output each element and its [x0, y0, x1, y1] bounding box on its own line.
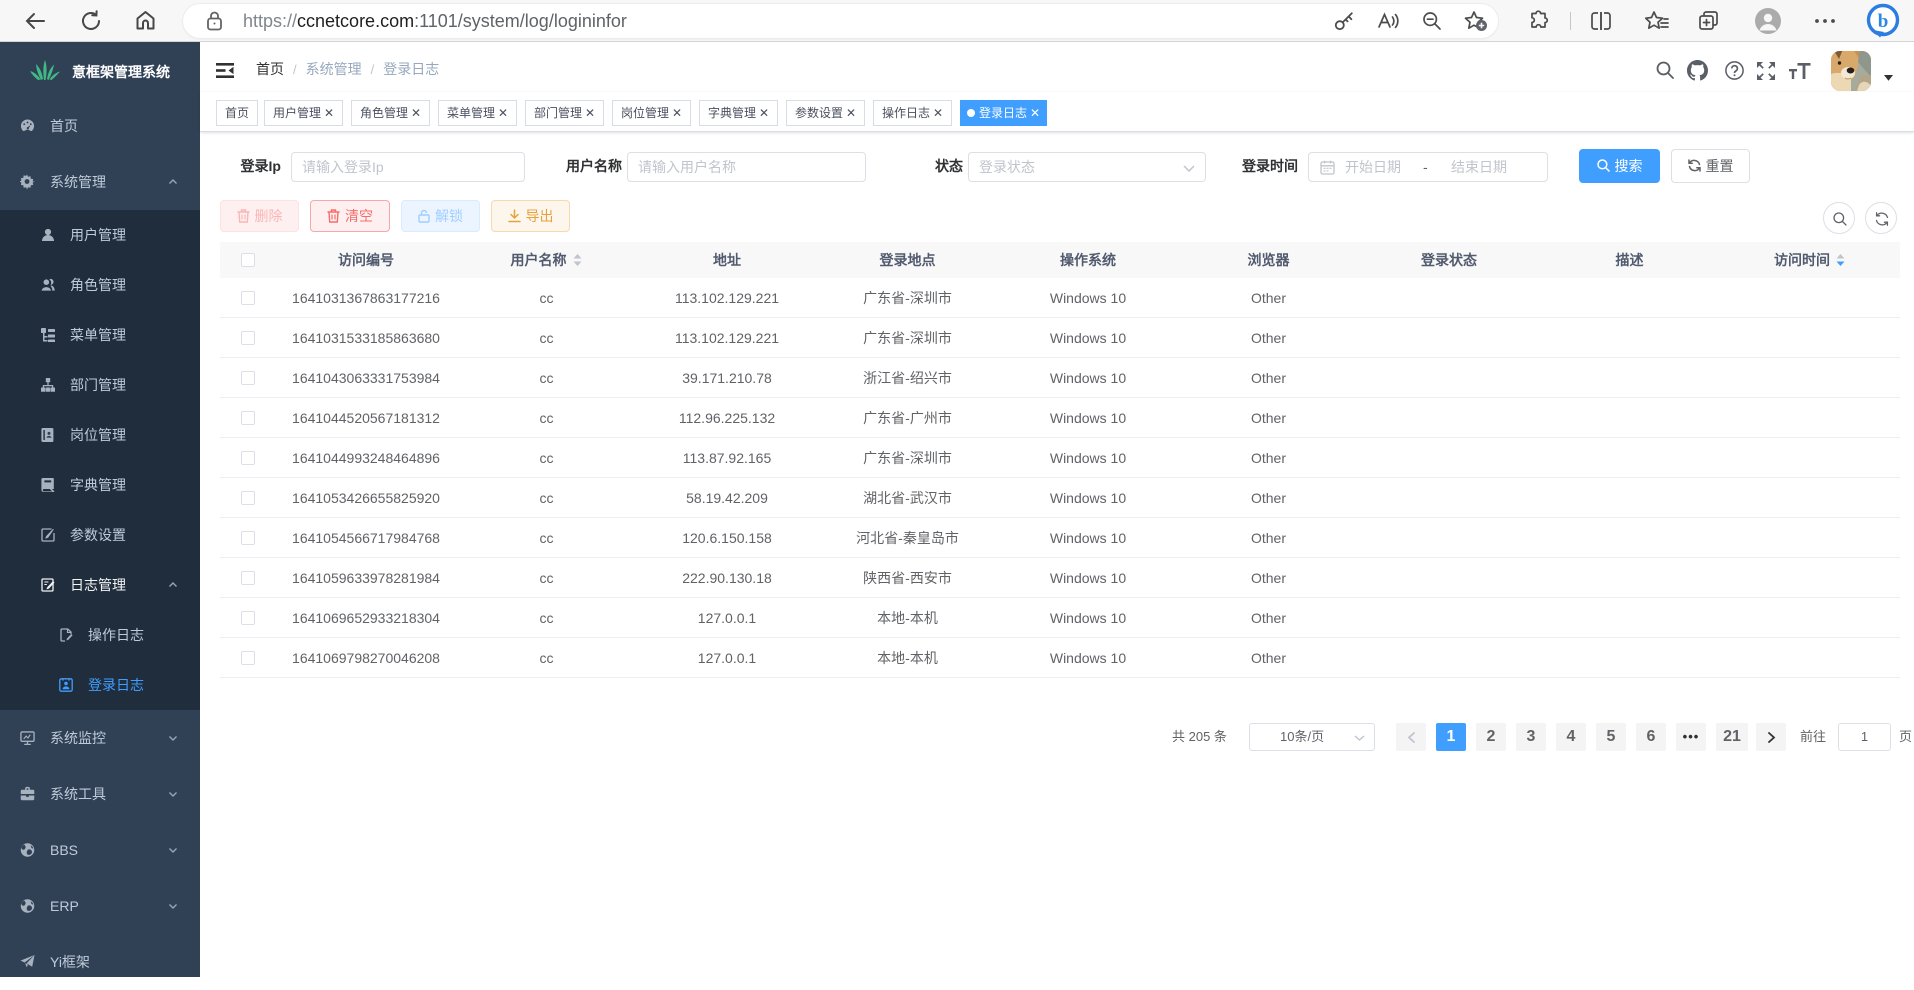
svg-text:b: b — [1878, 11, 1889, 32]
